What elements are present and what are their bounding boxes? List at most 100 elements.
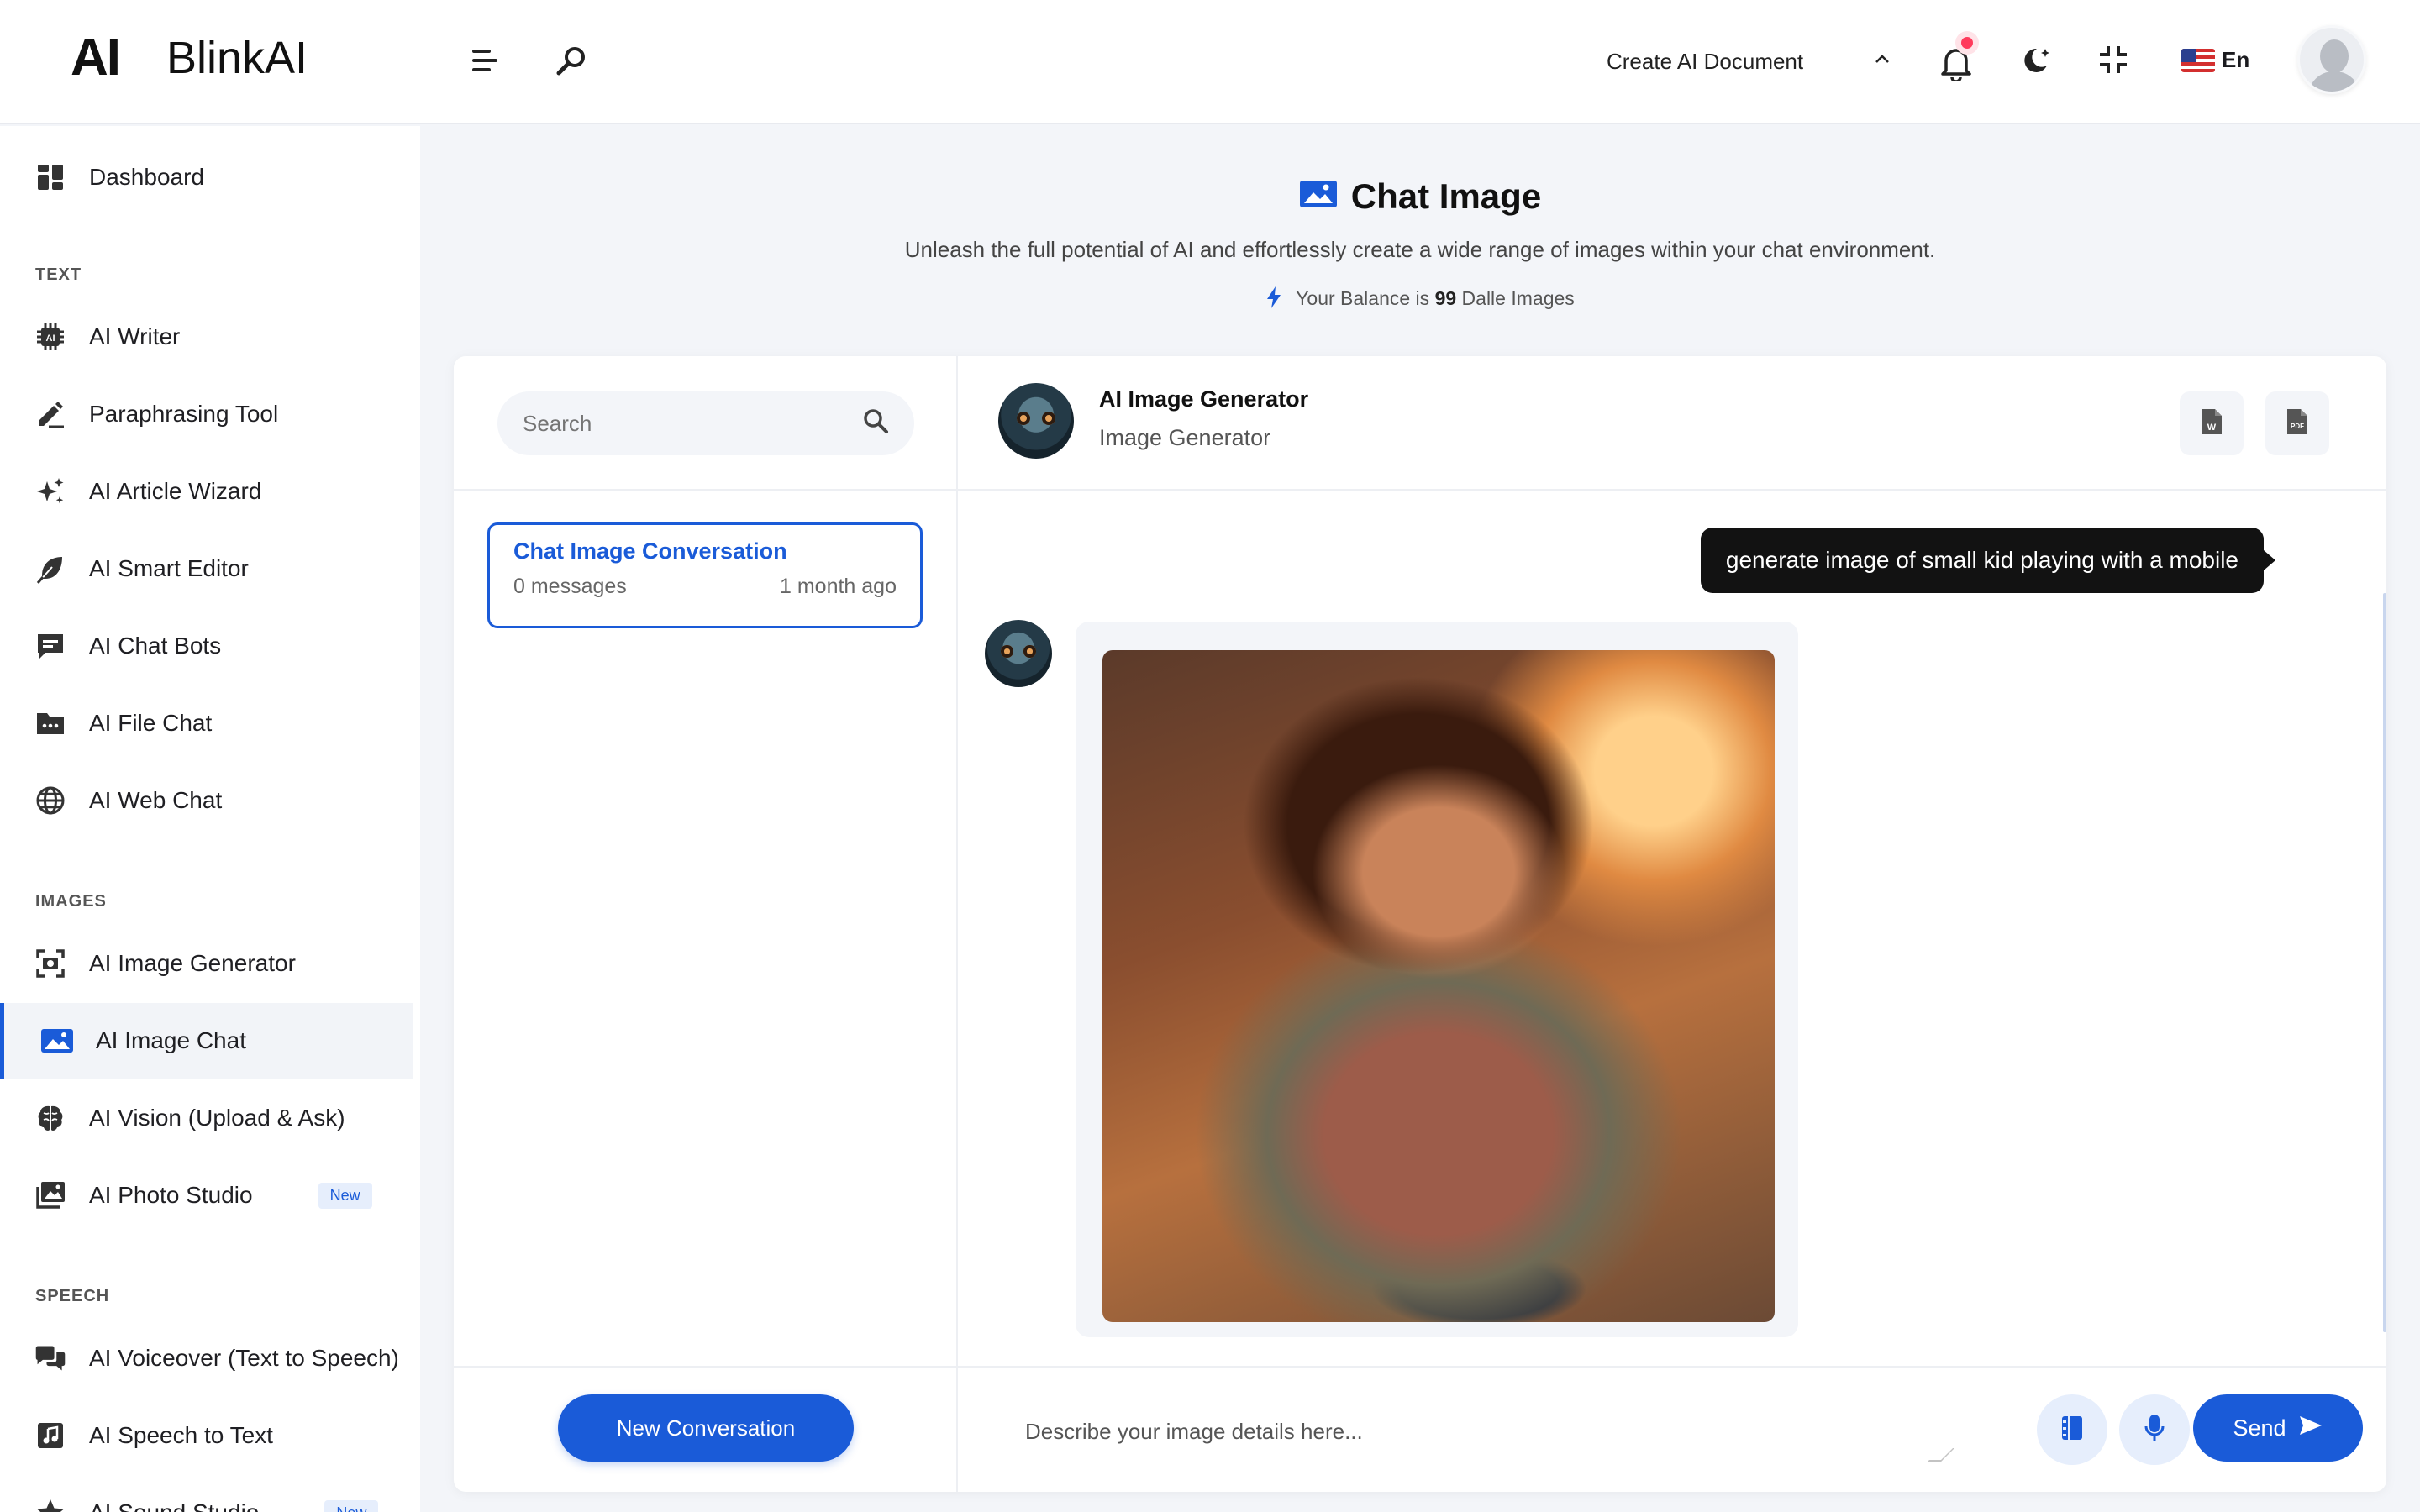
section-title-text: TEXT [35, 265, 82, 284]
sidebar-item-ai-image-generator[interactable]: AI Image Generator [0, 926, 413, 1001]
search-icon[interactable] [862, 407, 889, 440]
export-word-button[interactable]: W [2180, 391, 2244, 455]
bot-role: Image Generator [1099, 425, 1271, 450]
camera-frame-icon [34, 947, 67, 980]
top-bar: AI BlinkAI Create AI Document En [0, 0, 2420, 124]
search-icon[interactable] [555, 44, 588, 77]
page-subtitle: Unleash the full potential of AI and eff… [904, 237, 1936, 262]
create-document-button[interactable]: Create AI Document [1607, 49, 1803, 75]
section-title-speech: SPEECH [35, 1287, 110, 1305]
sidebar-item-ai-voiceover[interactable]: AI Voiceover (Text to Speech) [0, 1320, 413, 1396]
sidebar-item-ai-file-chat[interactable]: AI File Chat [0, 685, 413, 761]
fullscreen-exit-icon[interactable] [2097, 44, 2129, 76]
music-note-icon [34, 1419, 67, 1452]
sidebar-item-ai-writer[interactable]: AI AI Writer [0, 299, 413, 375]
conversation-title: Chat Image Conversation [513, 538, 787, 564]
chat-header: AI Image Generator Image Generator W PDF [958, 356, 2386, 491]
conversation-search[interactable] [497, 391, 914, 455]
conversation-search-input[interactable] [523, 410, 842, 437]
sidebar-item-label: AI Speech to Text [89, 1422, 273, 1448]
bot-name: AI Image Generator [1099, 386, 1309, 412]
bot-avatar [998, 383, 1074, 459]
conversation-time: 1 month ago [780, 575, 897, 598]
dashboard-icon [34, 160, 67, 194]
sidebar-item-paraphrasing-tool[interactable]: Paraphrasing Tool [0, 376, 413, 452]
pencil-icon [34, 397, 67, 431]
chevron-up-icon[interactable] [1872, 49, 1892, 73]
chat-bubble-icon [34, 629, 67, 663]
prompt-library-button[interactable] [2037, 1394, 2107, 1465]
lightning-icon [1265, 286, 1282, 314]
sidebar-item-ai-smart-editor[interactable]: AI Smart Editor [0, 531, 413, 606]
sidebar-item-ai-photo-studio[interactable]: AI Photo Studio New [0, 1158, 413, 1233]
sidebar-item-label: AI Chat Bots [89, 633, 222, 659]
word-document-icon: W [2200, 407, 2223, 440]
divider [454, 1366, 958, 1368]
brand-name: BlinkAI [166, 33, 308, 83]
send-arrow-icon [2298, 1415, 2323, 1442]
conversation-item[interactable]: Chat Image Conversation 0 messages 1 mon… [487, 522, 923, 628]
chat-panel: AI Image Generator Image Generator W PDF… [958, 356, 2386, 1492]
sidebar-item-label: AI File Chat [89, 710, 213, 736]
feather-icon [34, 552, 67, 585]
conversation-list-panel: Chat Image Conversation 0 messages 1 mon… [454, 356, 958, 1492]
divider [958, 1366, 2386, 1368]
send-button[interactable]: Send [2193, 1394, 2363, 1462]
conversation-meta: 0 messages 1 month ago [513, 575, 897, 599]
voice-input-button[interactable] [2119, 1394, 2190, 1465]
folder-icon [34, 706, 67, 740]
chat-scrollbar[interactable] [2383, 593, 2386, 1332]
new-conversation-button[interactable]: New Conversation [558, 1394, 854, 1462]
image-icon [1299, 176, 1338, 217]
svg-text:AI: AI [46, 333, 55, 344]
page-title: Chat Image [1299, 176, 1541, 217]
sidebar-item-ai-vision[interactable]: AI Vision (Upload & Ask) [0, 1080, 413, 1156]
language-selector[interactable]: En [2181, 47, 2249, 73]
user-avatar[interactable] [2297, 25, 2366, 94]
user-message-bubble: generate image of small kid playing with… [1700, 528, 2276, 593]
book-icon [2060, 1414, 2085, 1446]
divider [454, 489, 958, 491]
sidebar-item-label: Dashboard [89, 164, 204, 190]
dark-mode-moon-icon[interactable] [2018, 44, 2052, 77]
new-badge: New [324, 1499, 379, 1512]
send-label: Send [2233, 1415, 2286, 1441]
conversation-message-count: 0 messages [513, 575, 627, 598]
sidebar-item-ai-sound-studio[interactable]: AI Sound Studio New [0, 1475, 413, 1512]
sidebar-item-dashboard[interactable]: Dashboard [0, 139, 413, 215]
generated-image[interactable] [1102, 650, 1775, 1322]
page-heading: Chat Image [420, 176, 2420, 217]
sidebar-item-ai-speech-to-text[interactable]: AI Speech to Text [0, 1398, 413, 1473]
globe-icon [34, 784, 67, 817]
balance-info: Your Balance is 99 Dalle Images [420, 286, 2420, 314]
sidebar-item-label: AI Web Chat [89, 787, 223, 813]
sidebar-item-label: AI Image Chat [96, 1027, 246, 1053]
chat-card: Chat Image Conversation 0 messages 1 mon… [454, 356, 2386, 1492]
sidebar-item-ai-chat-bots[interactable]: AI Chat Bots [0, 608, 413, 684]
notification-bell-icon[interactable] [1939, 44, 1973, 81]
sidebar-item-label: AI Article Wizard [89, 478, 262, 504]
menu-toggle-icon[interactable] [471, 47, 499, 74]
balance-prefix: Your Balance is [1296, 287, 1430, 310]
star-icon [34, 1496, 67, 1512]
notification-dot [1961, 37, 1973, 49]
brand-logo[interactable]: AI BlinkAI [71, 32, 308, 84]
resize-handle[interactable] [1928, 1448, 1954, 1462]
brand-mark: AI [71, 29, 121, 87]
brain-icon [34, 1101, 67, 1135]
sidebar-item-label: AI Vision (Upload & Ask) [89, 1105, 345, 1131]
export-pdf-button[interactable]: PDF [2265, 391, 2329, 455]
sidebar-item-label: AI Writer [89, 323, 181, 349]
speech-bubbles-icon [34, 1341, 67, 1375]
balance-value: 99 [1434, 287, 1457, 310]
sidebar-item-ai-image-chat[interactable]: AI Image Chat [0, 1003, 413, 1079]
image-prompt-input[interactable] [1025, 1406, 1916, 1457]
new-badge: New [318, 1182, 372, 1209]
sidebar-item-label: AI Image Generator [89, 950, 296, 976]
sidebar-item-ai-web-chat[interactable]: AI Web Chat [0, 763, 413, 838]
sidebar: Dashboard TEXT AI AI Writer Paraphrasing… [0, 126, 420, 1512]
sidebar-item-ai-article-wizard[interactable]: AI Article Wizard [0, 454, 413, 529]
photos-icon [34, 1179, 67, 1212]
balance-suffix: Dalle Images [1461, 287, 1575, 310]
sidebar-item-label: Paraphrasing Tool [89, 401, 279, 427]
